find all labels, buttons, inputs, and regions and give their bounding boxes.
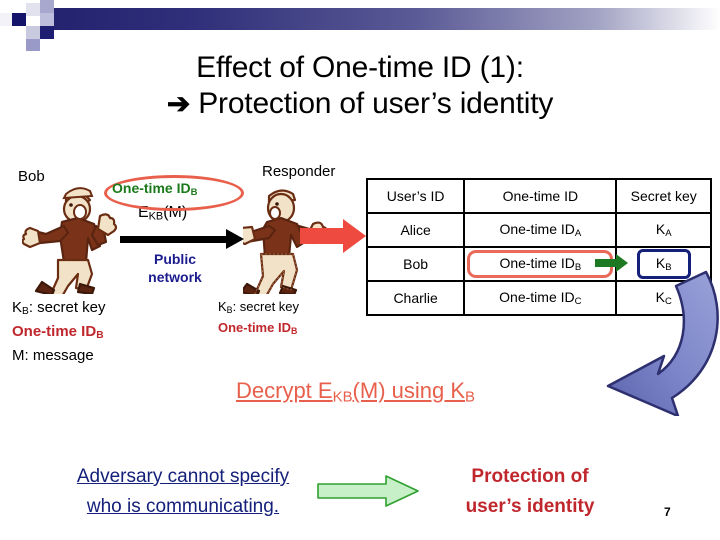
header-square-3 xyxy=(26,3,40,16)
onetime-id-bubble-subscript: B xyxy=(190,187,198,199)
legend-sender: KB: secret key One-time IDB M: message xyxy=(12,298,106,366)
curved-feedback-arrow-icon xyxy=(606,270,719,416)
decrypt-statement: Decrypt EKB(M) using KB xyxy=(236,378,475,405)
cell-otid-charlie-text: One-time ID xyxy=(499,288,575,305)
legend-receiver-line-2: One-time IDB xyxy=(218,319,299,340)
table-header-onetime-id: One-time ID xyxy=(463,178,618,214)
cell-key-alice-sub: A xyxy=(665,228,672,240)
header-square-5 xyxy=(40,13,54,26)
cell-otid-bob-sub: B xyxy=(574,262,582,274)
adversary-line-1: Adversary cannot specify xyxy=(76,466,290,487)
conclusion-arrow-icon xyxy=(317,475,419,507)
legend-receiver: KB: secret key One-time IDB xyxy=(218,298,299,340)
cell-otid-bob-text: One-time ID xyxy=(499,254,575,271)
legend-receiver-k-rest: : secret key xyxy=(232,299,300,314)
legend-sender-k-rest: : secret key xyxy=(28,299,106,316)
cell-otid-alice-sub: A xyxy=(574,228,582,240)
legend-sender-line-1: KB: secret key xyxy=(12,298,106,322)
legend-receiver-line-1: KB: secret key xyxy=(218,298,299,319)
title-arrow-icon: ➔ xyxy=(166,88,191,119)
cell-user-alice: Alice xyxy=(365,212,466,248)
cell-key-alice-text: K xyxy=(655,220,666,237)
slide-canvas: Effect of One-time ID (1): ➔ Protection … xyxy=(0,0,720,540)
page-number: 7 xyxy=(664,505,671,519)
decrypt-mid: (M) using K xyxy=(352,378,466,403)
legend-sender-k-sub: B xyxy=(22,306,29,318)
table-header-user-id: User’s ID xyxy=(365,178,466,214)
header-square-4 xyxy=(12,13,26,26)
legend-receiver-k: K xyxy=(218,299,227,314)
legend-sender-line-2: One-time IDB xyxy=(12,322,106,346)
decrypt-sub-2: B xyxy=(465,388,476,406)
onetime-id-bubble-label: One-time IDB xyxy=(112,180,197,198)
title-line-2-text: Protection of user’s identity xyxy=(198,87,554,120)
adversary-conclusion: Adversary cannot specify who is communic… xyxy=(38,462,328,522)
cell-otid-alice: One-time IDA xyxy=(463,212,618,248)
header-square-6 xyxy=(26,26,40,39)
title-line-2: ➔ Protection of user’s identity xyxy=(20,86,700,122)
legend-sender-k: K xyxy=(12,299,23,316)
result-statement: Protection of user’s identity xyxy=(420,462,640,522)
header-gradient-bar xyxy=(44,8,720,30)
network-label-line-1: Public xyxy=(153,251,196,267)
network-label-line-2: network xyxy=(148,269,202,285)
cell-key-alice: KA xyxy=(615,212,712,248)
legend-receiver-otid-sub: B xyxy=(290,325,298,336)
header-square-1 xyxy=(0,13,12,26)
legend-receiver-otid: One-time ID xyxy=(218,319,291,335)
result-line-1: Protection of xyxy=(471,466,589,487)
decrypt-prefix: Decrypt E xyxy=(236,378,333,403)
title-line-1: Effect of One-time ID (1): xyxy=(196,51,524,84)
legend-sender-line-3: M: message xyxy=(12,347,94,365)
table-header-row: User’s ID One-time ID Secret key xyxy=(365,178,712,214)
cell-otid-alice-text: One-time ID xyxy=(499,220,575,237)
decrypt-sub-1: KB xyxy=(332,388,353,406)
cell-otid-charlie-sub: C xyxy=(574,296,582,308)
result-line-2: user’s identity xyxy=(465,496,595,517)
header-square-2 xyxy=(40,0,54,13)
legend-sender-otid-sub: B xyxy=(96,330,104,342)
page-title: Effect of One-time ID (1): ➔ Protection … xyxy=(20,50,700,122)
cell-user-bob: Bob xyxy=(365,246,466,282)
onetime-id-bubble-text: One-time ID xyxy=(112,180,191,196)
key-lookup-arrow-icon xyxy=(595,254,629,272)
encrypted-message-subscript: KB xyxy=(148,210,164,223)
table-header-secret-key: Secret key xyxy=(615,178,712,214)
network-label: Public network xyxy=(120,250,230,286)
header-square-7 xyxy=(40,26,54,39)
cell-user-charlie: Charlie xyxy=(365,280,466,316)
receiver-label: Responder xyxy=(262,163,336,180)
network-arrow-icon xyxy=(120,229,244,249)
legend-sender-otid: One-time ID xyxy=(12,323,97,341)
adversary-line-2: who is communicating. xyxy=(86,496,280,517)
table-row: Alice One-time IDA KA xyxy=(365,212,712,248)
lookup-arrow-icon xyxy=(300,219,366,253)
